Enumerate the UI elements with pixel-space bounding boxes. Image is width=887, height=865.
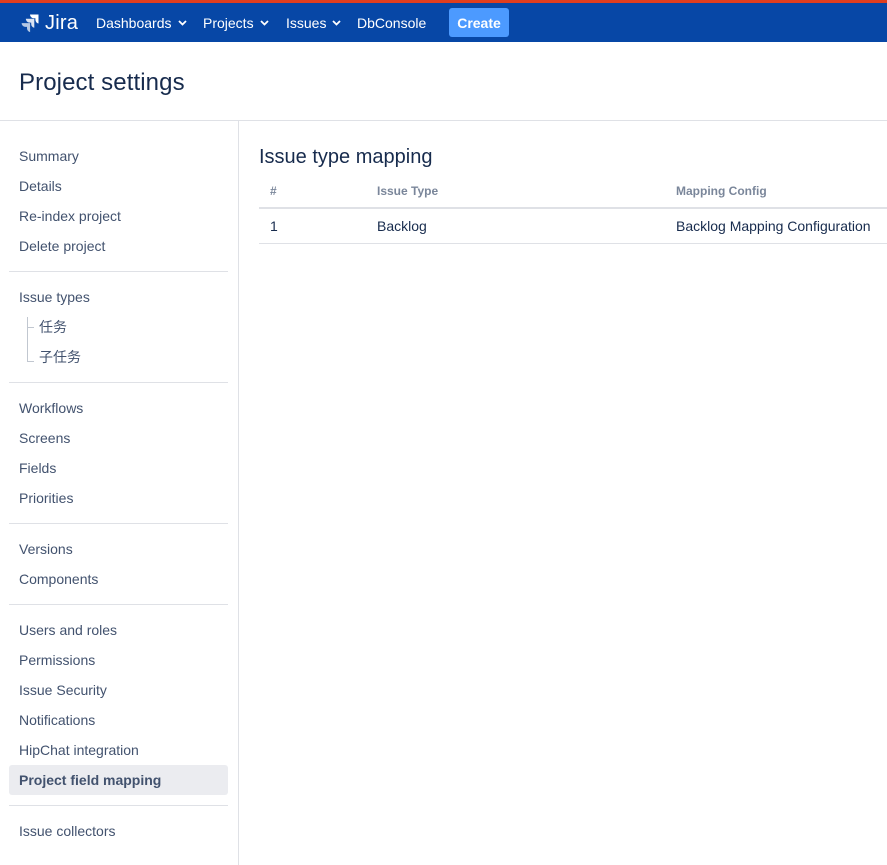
section-title: Issue type mapping — [259, 146, 433, 168]
sidebar-item-screens[interactable]: Screens — [19, 428, 70, 448]
tree-connector-tick — [27, 361, 34, 362]
sidebar-divider — [9, 382, 228, 383]
settings-sidebar: Summary Details Re-index project Delete … — [0, 121, 239, 865]
sidebar-item-workflows[interactable]: Workflows — [19, 398, 83, 418]
column-header-issue-type: Issue Type — [377, 184, 439, 198]
tree-connector-tick — [27, 327, 34, 328]
sidebar-item-hipchat-integration[interactable]: HipChat integration — [19, 740, 139, 760]
sidebar-item-project-field-mapping[interactable]: Project field mapping — [19, 770, 161, 790]
sidebar-item-details[interactable]: Details — [19, 176, 62, 196]
sidebar-divider — [9, 523, 228, 524]
jira-logo[interactable]: Jira — [20, 12, 78, 34]
nav-dbconsole[interactable]: DbConsole — [357, 12, 426, 34]
sidebar-divider — [9, 805, 228, 806]
sidebar-item-fields[interactable]: Fields — [19, 458, 56, 478]
chevron-down-icon — [259, 20, 269, 26]
sidebar-item-components[interactable]: Components — [19, 569, 98, 589]
sidebar-item-reindex-project[interactable]: Re-index project — [19, 206, 121, 226]
sidebar-item-notifications[interactable]: Notifications — [19, 710, 95, 730]
nav-dbconsole-label: DbConsole — [357, 15, 427, 31]
page-header: Project settings — [0, 42, 887, 121]
page-title: Project settings — [19, 69, 185, 96]
table-header-divider — [259, 207, 887, 209]
sidebar-item-delete-project[interactable]: Delete project — [19, 236, 105, 256]
column-header-mapping-config: Mapping Config — [676, 184, 767, 198]
sidebar-item-issue-collectors[interactable]: Issue collectors — [19, 821, 115, 841]
sidebar-item-issue-security[interactable]: Issue Security — [19, 680, 107, 700]
nav-issues-label: Issues — [286, 15, 327, 31]
sidebar-item-summary[interactable]: Summary — [19, 146, 79, 166]
tree-connector — [27, 317, 28, 362]
cell-mapping-config: Backlog Mapping Configuration — [676, 218, 871, 234]
nav-projects-label: Projects — [203, 15, 254, 31]
logo-text: Jira — [45, 11, 79, 34]
table-row-divider — [259, 243, 887, 244]
sidebar-divider — [9, 604, 228, 605]
nav-dashboards[interactable]: Dashboards — [96, 12, 187, 34]
chevron-down-icon — [177, 20, 187, 26]
cell-issue-type: Backlog — [377, 218, 427, 234]
nav-dashboards-label: Dashboards — [96, 15, 172, 31]
top-navigation-bar: Jira Dashboards Projects Issues DbConsol… — [0, 0, 887, 42]
sidebar-item-priorities[interactable]: Priorities — [19, 488, 73, 508]
sidebar-subitem-subtask[interactable]: 子任务 — [39, 347, 81, 367]
jira-logo-icon — [21, 14, 39, 33]
sidebar-item-versions[interactable]: Versions — [19, 539, 73, 559]
sidebar-subitem-task[interactable]: 任务 — [39, 317, 67, 337]
nav-projects[interactable]: Projects — [203, 12, 269, 34]
cell-number: 1 — [270, 218, 278, 234]
nav-issues[interactable]: Issues — [286, 12, 342, 34]
column-header-number: # — [270, 184, 277, 198]
chevron-down-icon — [332, 20, 342, 26]
sidebar-item-issue-types[interactable]: Issue types — [19, 287, 90, 307]
sidebar-divider — [9, 271, 228, 272]
sidebar-item-users-and-roles[interactable]: Users and roles — [19, 620, 117, 640]
create-button[interactable]: Create — [449, 8, 509, 37]
sidebar-item-permissions[interactable]: Permissions — [19, 650, 95, 670]
